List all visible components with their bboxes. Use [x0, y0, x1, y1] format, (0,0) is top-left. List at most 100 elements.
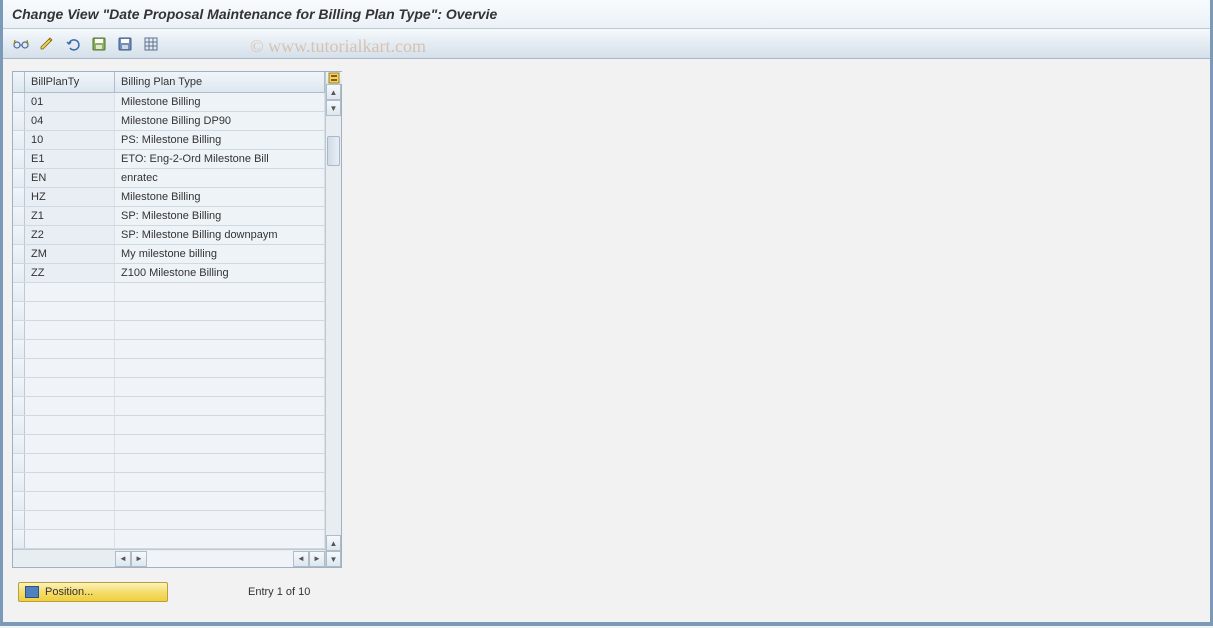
- table-row-empty[interactable]: [13, 416, 325, 435]
- cell-desc[interactable]: [115, 435, 325, 453]
- table-row[interactable]: ENenratec: [13, 169, 325, 188]
- position-button[interactable]: Position...: [18, 582, 168, 602]
- hscroll-track[interactable]: [147, 551, 293, 567]
- table-row-empty[interactable]: [13, 492, 325, 511]
- cell-code[interactable]: [25, 473, 115, 491]
- row-selector[interactable]: [13, 435, 25, 453]
- cell-desc[interactable]: SP: Milestone Billing downpaym: [115, 226, 325, 244]
- vscroll-down2-button[interactable]: ▼: [326, 551, 341, 567]
- row-selector[interactable]: [13, 321, 25, 339]
- table-row[interactable]: Z2SP: Milestone Billing downpaym: [13, 226, 325, 245]
- row-selector[interactable]: [13, 340, 25, 358]
- cell-code[interactable]: Z1: [25, 207, 115, 225]
- cell-code[interactable]: [25, 302, 115, 320]
- cell-code[interactable]: 01: [25, 93, 115, 111]
- cell-desc[interactable]: [115, 302, 325, 320]
- save-variant-button[interactable]: [114, 34, 136, 54]
- vscroll-down-button[interactable]: ▼: [326, 100, 341, 116]
- table-row[interactable]: 10PS: Milestone Billing: [13, 131, 325, 150]
- row-selector[interactable]: [13, 150, 25, 168]
- cell-code[interactable]: ZZ: [25, 264, 115, 282]
- table-row[interactable]: 04Milestone Billing DP90: [13, 112, 325, 131]
- cell-desc[interactable]: [115, 397, 325, 415]
- table-row[interactable]: 01Milestone Billing: [13, 93, 325, 112]
- cell-desc[interactable]: Milestone Billing DP90: [115, 112, 325, 130]
- cell-desc[interactable]: [115, 359, 325, 377]
- edit-button[interactable]: [36, 34, 58, 54]
- table-row[interactable]: Z1SP: Milestone Billing: [13, 207, 325, 226]
- row-selector[interactable]: [13, 492, 25, 510]
- cell-code[interactable]: [25, 511, 115, 529]
- cell-desc[interactable]: [115, 530, 325, 548]
- column-header-billing-plan-type[interactable]: Billing Plan Type: [115, 72, 325, 92]
- cell-code[interactable]: ZM: [25, 245, 115, 263]
- cell-code[interactable]: [25, 454, 115, 472]
- cell-code[interactable]: [25, 321, 115, 339]
- cell-code[interactable]: 04: [25, 112, 115, 130]
- cell-desc[interactable]: Milestone Billing: [115, 188, 325, 206]
- cell-desc[interactable]: [115, 283, 325, 301]
- row-selector[interactable]: [13, 93, 25, 111]
- cell-code[interactable]: EN: [25, 169, 115, 187]
- row-selector[interactable]: [13, 264, 25, 282]
- cell-code[interactable]: E1: [25, 150, 115, 168]
- hscroll-right-button[interactable]: ►: [131, 551, 147, 567]
- table-row[interactable]: ZZZ100 Milestone Billing: [13, 264, 325, 283]
- toggle-display-button[interactable]: [10, 34, 32, 54]
- cell-desc[interactable]: [115, 378, 325, 396]
- save-button[interactable]: [88, 34, 110, 54]
- cell-desc[interactable]: Z100 Milestone Billing: [115, 264, 325, 282]
- table-row-empty[interactable]: [13, 435, 325, 454]
- table-row-empty[interactable]: [13, 340, 325, 359]
- table-row-empty[interactable]: [13, 378, 325, 397]
- vscroll-up2-button[interactable]: ▲: [326, 535, 341, 551]
- cell-code[interactable]: [25, 378, 115, 396]
- column-header-billplanty[interactable]: BillPlanTy: [25, 72, 115, 92]
- row-selector[interactable]: [13, 226, 25, 244]
- table-row[interactable]: ZMMy milestone billing: [13, 245, 325, 264]
- hscroll-left2-button[interactable]: ◄: [293, 551, 309, 567]
- row-selector[interactable]: [13, 378, 25, 396]
- cell-desc[interactable]: [115, 340, 325, 358]
- cell-desc[interactable]: My milestone billing: [115, 245, 325, 263]
- table-row[interactable]: E1ETO: Eng-2-Ord Milestone Bill: [13, 150, 325, 169]
- table-config-button[interactable]: [326, 72, 342, 84]
- table-row-empty[interactable]: [13, 530, 325, 549]
- cell-code[interactable]: Z2: [25, 226, 115, 244]
- table-row-empty[interactable]: [13, 302, 325, 321]
- table-row-empty[interactable]: [13, 511, 325, 530]
- cell-code[interactable]: [25, 492, 115, 510]
- table-row-empty[interactable]: [13, 283, 325, 302]
- cell-desc[interactable]: PS: Milestone Billing: [115, 131, 325, 149]
- vscroll-up-button[interactable]: ▲: [326, 84, 341, 100]
- row-selector[interactable]: [13, 511, 25, 529]
- row-selector[interactable]: [13, 245, 25, 263]
- row-selector[interactable]: [13, 473, 25, 491]
- cell-code[interactable]: [25, 359, 115, 377]
- cell-code[interactable]: HZ: [25, 188, 115, 206]
- row-selector[interactable]: [13, 169, 25, 187]
- cell-desc[interactable]: [115, 416, 325, 434]
- cell-code[interactable]: [25, 530, 115, 548]
- cell-code[interactable]: [25, 416, 115, 434]
- select-all-header[interactable]: [13, 72, 25, 92]
- cell-desc[interactable]: [115, 321, 325, 339]
- undo-button[interactable]: [62, 34, 84, 54]
- row-selector[interactable]: [13, 283, 25, 301]
- cell-desc[interactable]: enratec: [115, 169, 325, 187]
- cell-desc[interactable]: [115, 473, 325, 491]
- table-row-empty[interactable]: [13, 454, 325, 473]
- row-selector[interactable]: [13, 188, 25, 206]
- vscroll-track[interactable]: [326, 116, 341, 535]
- cell-code[interactable]: [25, 435, 115, 453]
- cell-desc[interactable]: [115, 511, 325, 529]
- row-selector[interactable]: [13, 302, 25, 320]
- table-row-empty[interactable]: [13, 321, 325, 340]
- table-settings-button[interactable]: [140, 34, 162, 54]
- cell-desc[interactable]: SP: Milestone Billing: [115, 207, 325, 225]
- row-selector[interactable]: [13, 112, 25, 130]
- cell-code[interactable]: [25, 283, 115, 301]
- row-selector[interactable]: [13, 397, 25, 415]
- cell-desc[interactable]: [115, 454, 325, 472]
- row-selector[interactable]: [13, 359, 25, 377]
